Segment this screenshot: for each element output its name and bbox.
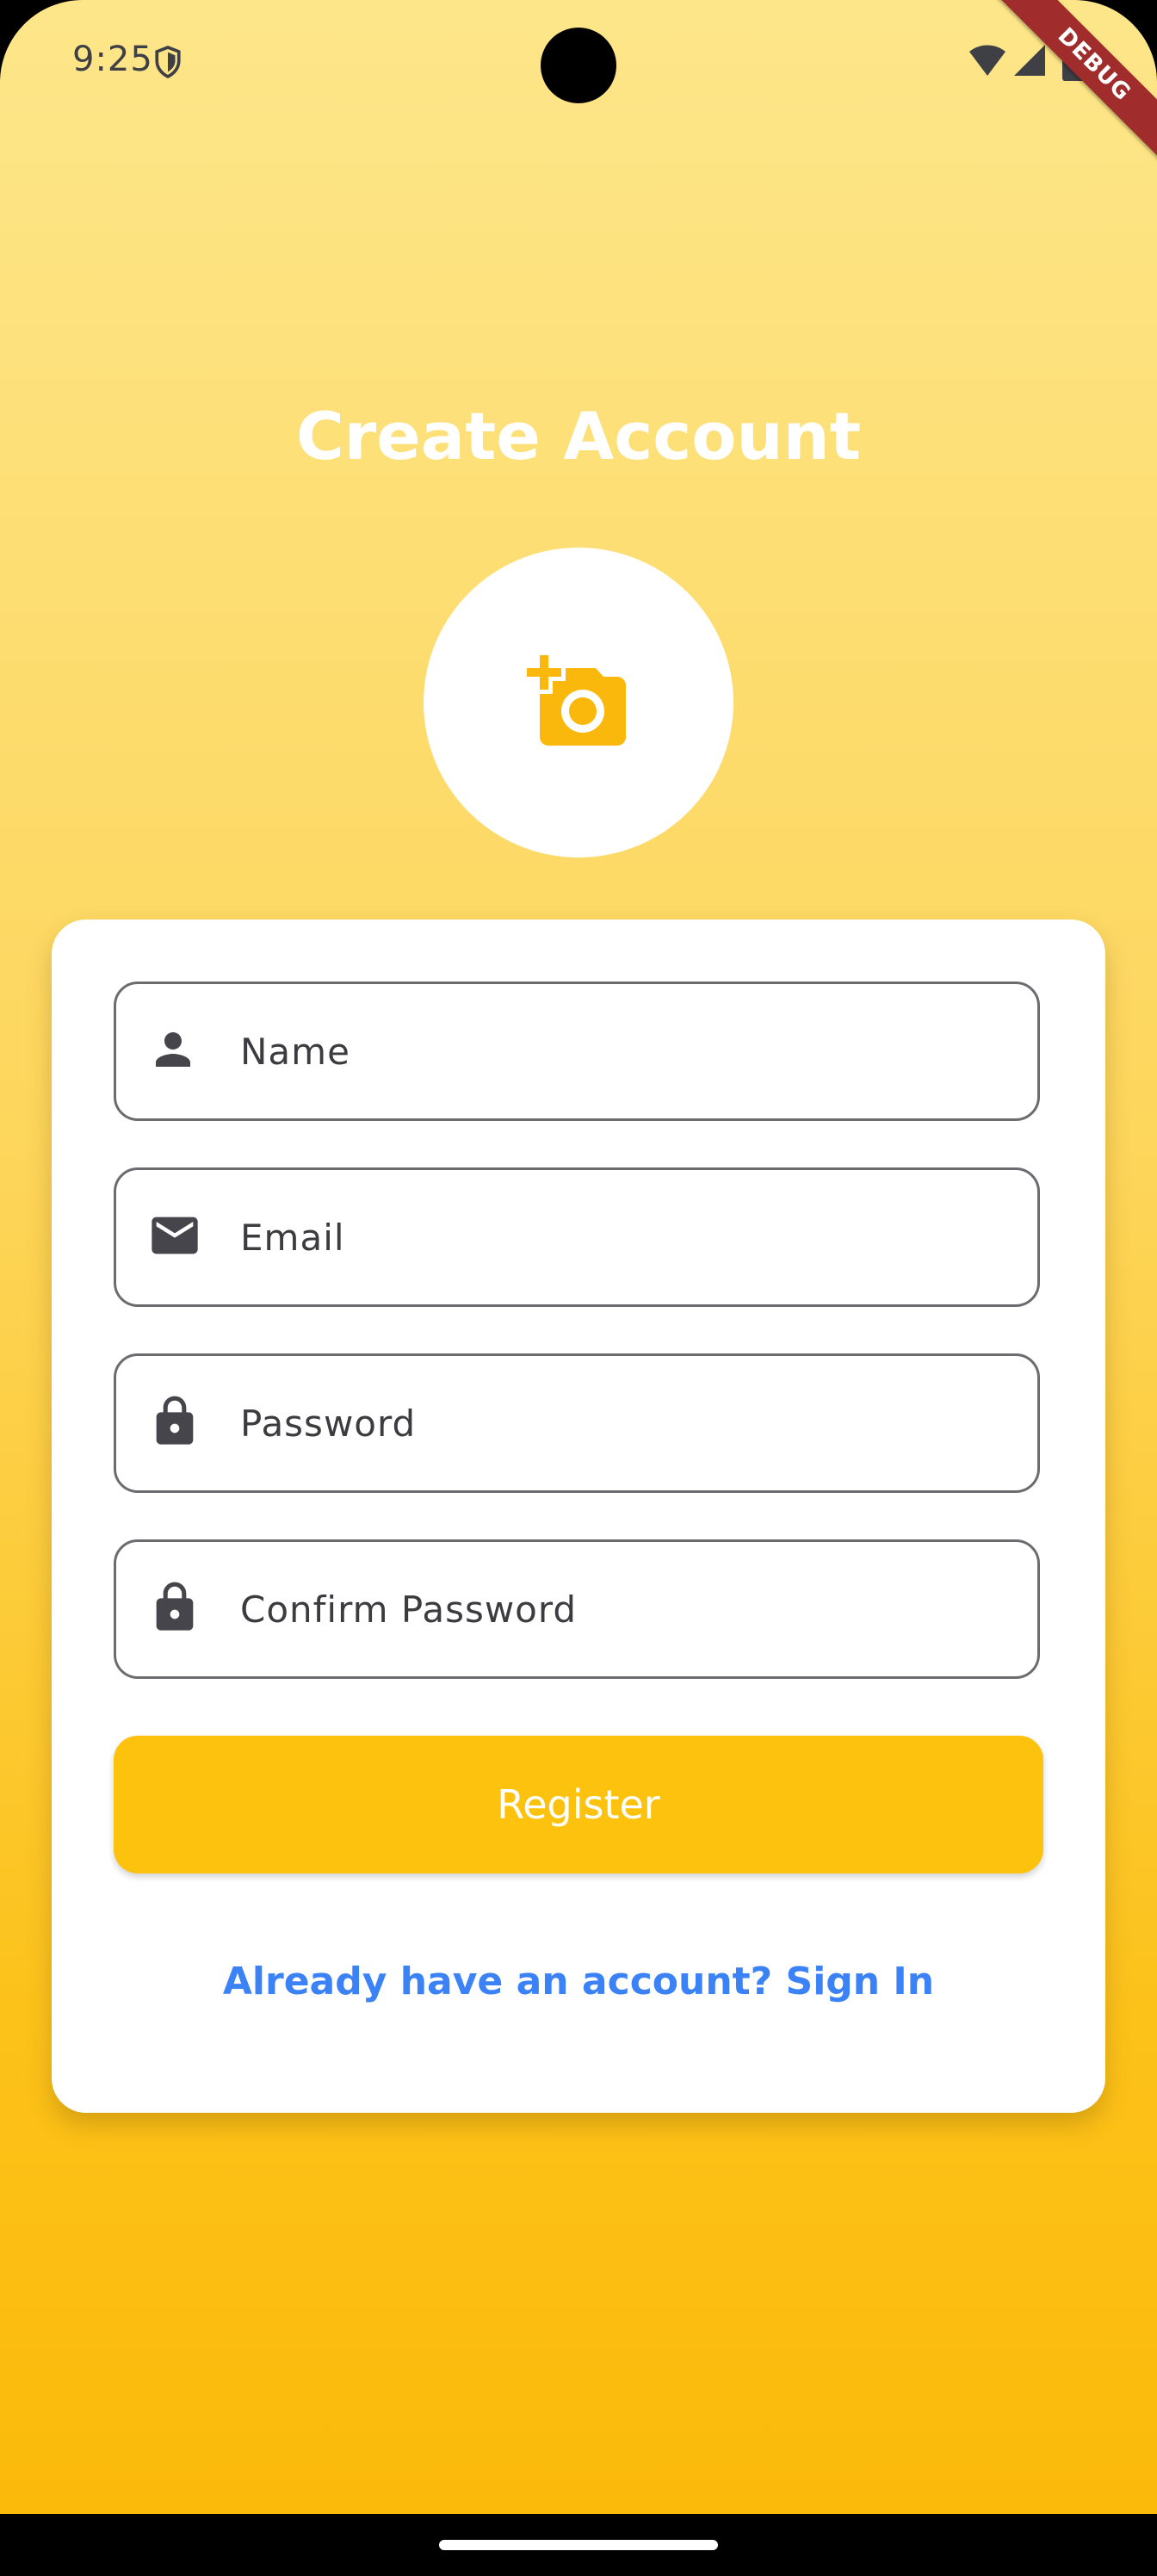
email-input[interactable] [240,1170,1015,1304]
name-field[interactable] [114,981,1040,1121]
password-field[interactable] [114,1353,1040,1493]
status-time: 9:25 [72,40,153,79]
register-card: Register Already have an account? Sign I… [52,920,1105,2113]
signal-icon [1012,43,1047,81]
shield-icon [153,45,183,83]
wifi-icon [968,43,1007,81]
person-icon [147,1024,199,1079]
home-indicator[interactable] [439,2540,718,2550]
mail-icon [147,1208,202,1266]
screen: 9:25 DEBUG Create Account Name Email Reg… [0,0,1157,2514]
sign-in-link[interactable]: Already have an account? Sign In [52,1960,1105,2003]
confirm-password-field[interactable] [114,1539,1040,1679]
avatar-picker[interactable] [424,548,733,858]
status-bar: 9:25 [0,0,1157,129]
camera-cutout [541,28,616,103]
register-button[interactable]: Register [114,1736,1043,1873]
add-a-photo-icon [527,655,626,746]
lock-icon [147,1394,202,1452]
lock-icon [147,1580,202,1638]
password-input[interactable] [240,1356,1015,1490]
confirm-password-input[interactable] [240,1542,1015,1676]
page-title: Create Account [295,398,862,474]
email-field[interactable] [114,1167,1040,1307]
name-input[interactable] [240,984,1015,1118]
